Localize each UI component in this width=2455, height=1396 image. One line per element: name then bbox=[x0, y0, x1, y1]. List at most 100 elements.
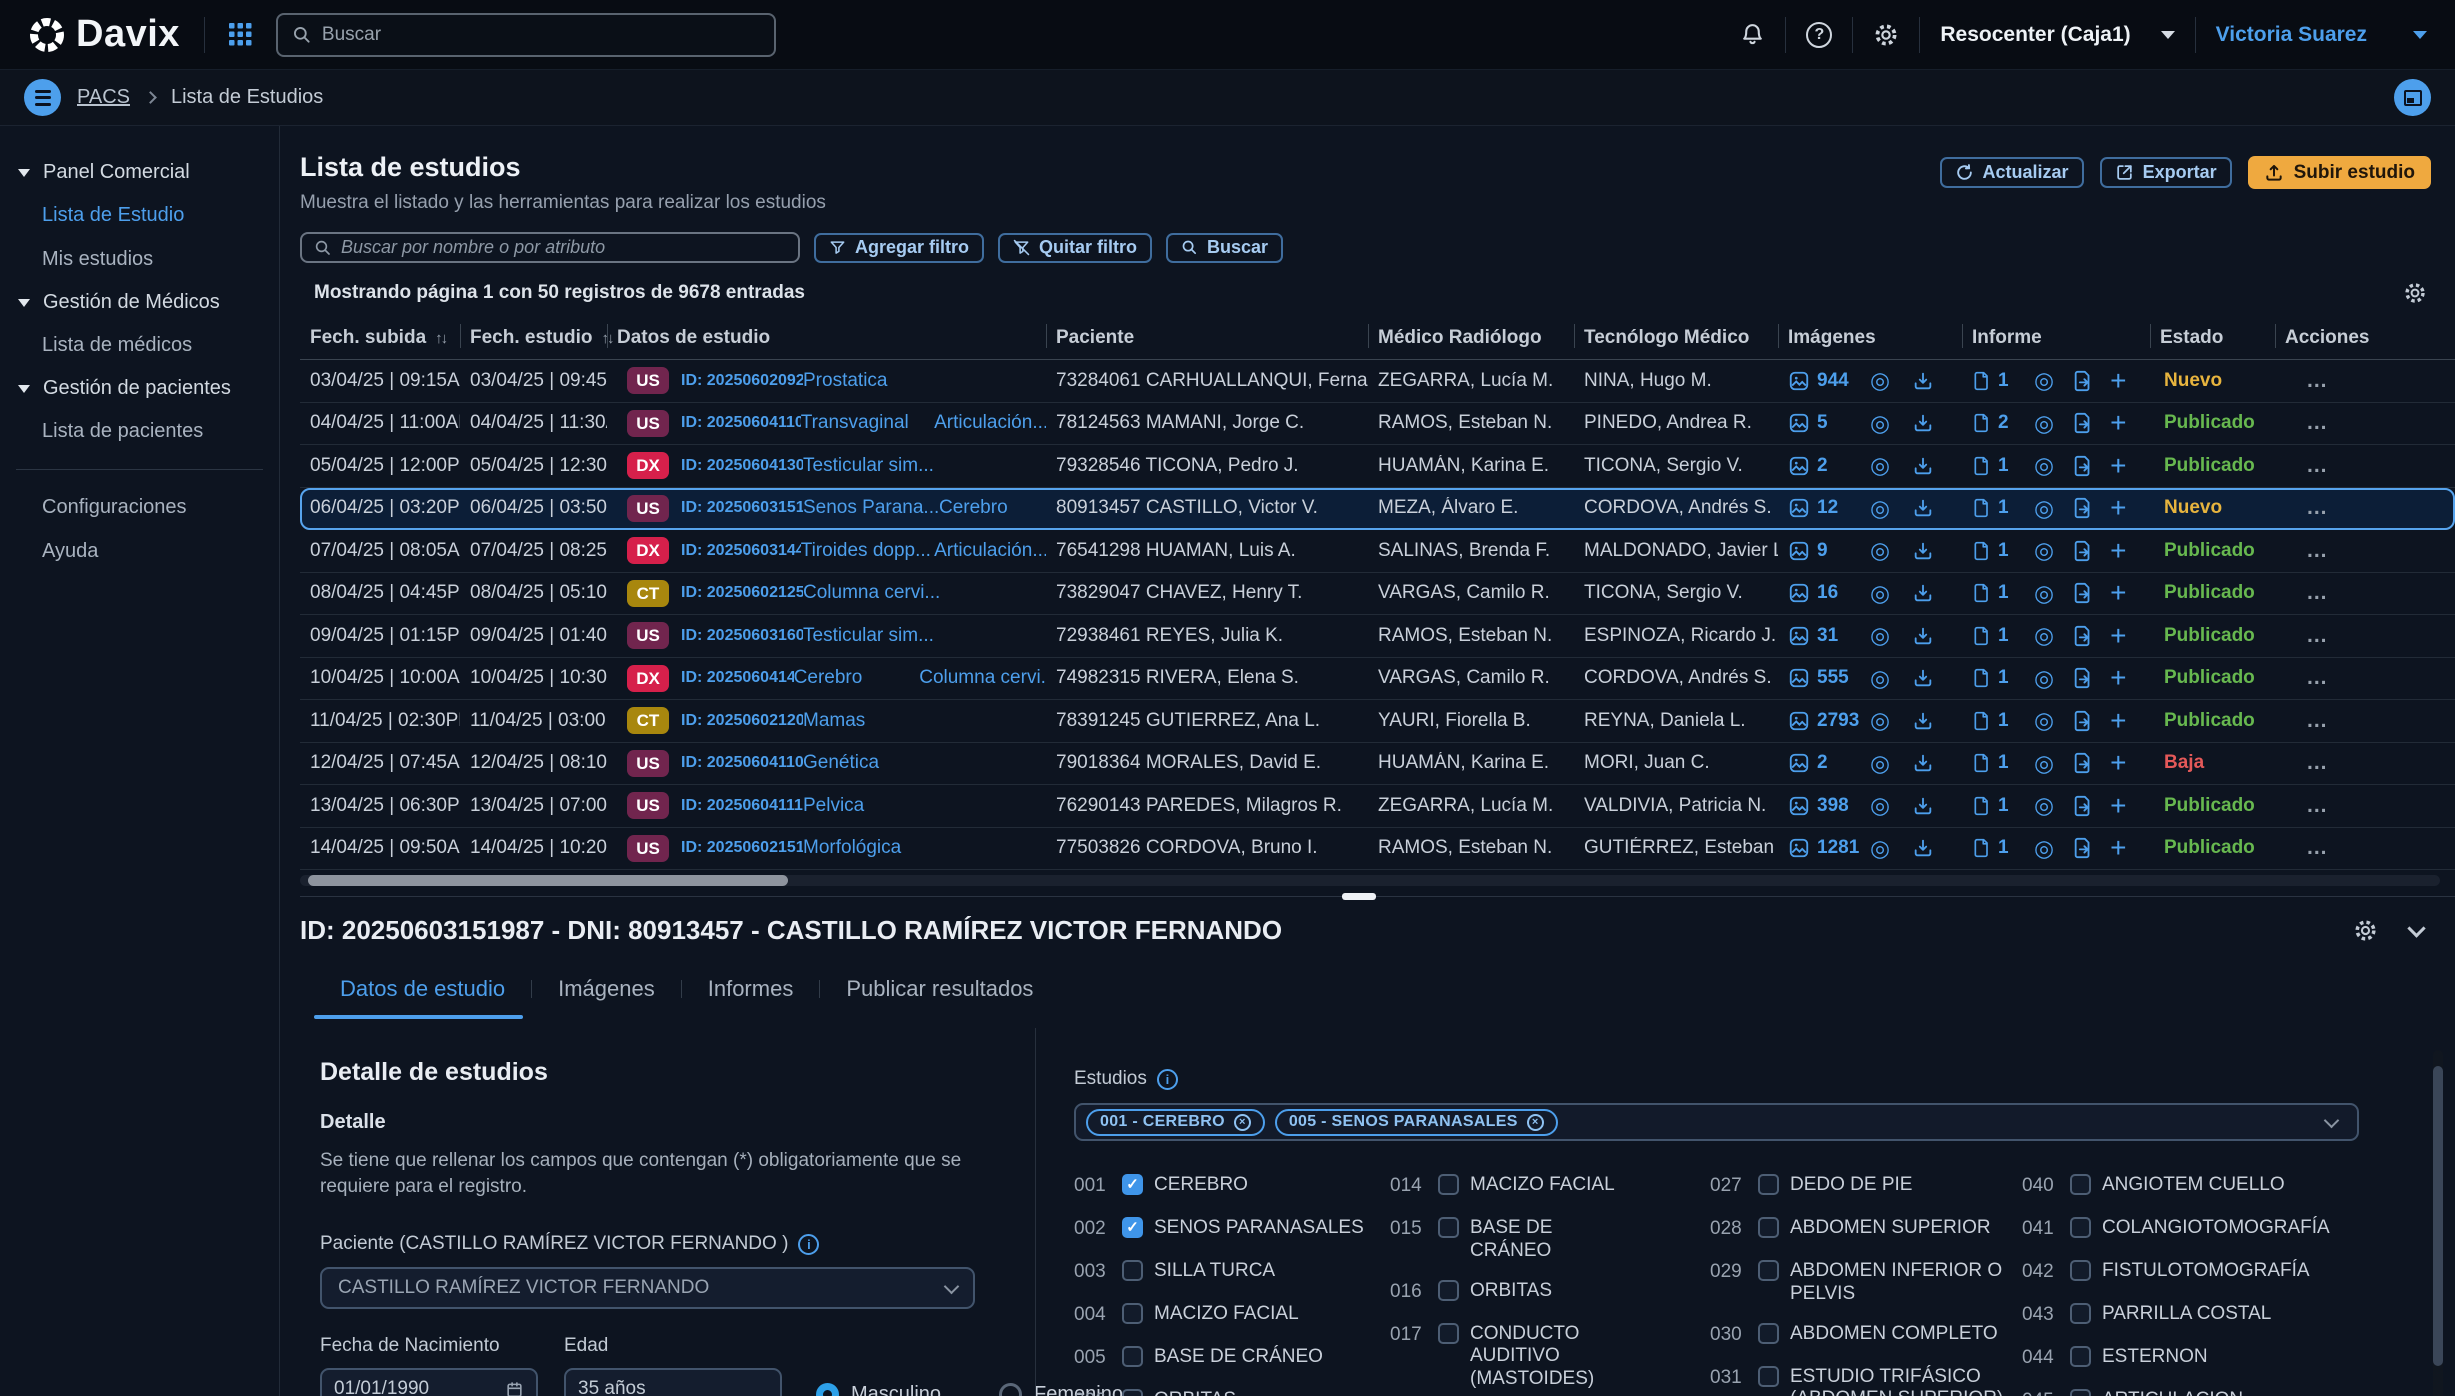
add-report-icon[interactable]: + bbox=[2110, 409, 2126, 437]
column-header[interactable]: Fech. subida ↑↓ bbox=[300, 319, 460, 359]
add-filter-button[interactable]: Agregar filtro bbox=[814, 232, 985, 263]
preview-report-icon[interactable]: ◎ bbox=[2034, 369, 2054, 392]
column-header[interactable]: Paciente bbox=[1046, 319, 1368, 359]
column-header[interactable]: Tecnólogo Médico bbox=[1574, 319, 1778, 359]
send-report-icon[interactable] bbox=[2072, 370, 2094, 392]
download-images-icon[interactable] bbox=[1912, 412, 1934, 434]
table-search[interactable] bbox=[300, 232, 800, 263]
fecha-nacimiento-field[interactable] bbox=[320, 1368, 538, 1396]
estudio-option[interactable]: 045 ARTICULACION TEMPOPOMANDIBULAR. bbox=[2022, 1388, 2402, 1396]
estudio-option[interactable]: 006 ORBITAS bbox=[1074, 1388, 1390, 1396]
table-row[interactable]: 04/04/25 | 11:00AM 04/04/25 | 11:30AM US ID… bbox=[300, 403, 2455, 445]
column-header[interactable]: Acciones bbox=[2275, 319, 2455, 359]
breadcrumb-root[interactable]: PACS bbox=[77, 86, 130, 109]
estudio-option[interactable]: 003 SILLA TURCA bbox=[1074, 1259, 1390, 1286]
add-report-icon[interactable]: + bbox=[2110, 494, 2126, 522]
org-selector[interactable]: Resocenter (Caja1) bbox=[1940, 23, 2175, 47]
detail-settings-gear-icon[interactable] bbox=[2353, 918, 2378, 943]
checkbox[interactable] bbox=[2070, 1303, 2091, 1324]
table-search-input[interactable] bbox=[341, 237, 786, 258]
download-images-icon[interactable] bbox=[1912, 540, 1934, 562]
checkbox[interactable] bbox=[1122, 1303, 1143, 1324]
estudio-option[interactable]: 016 ORBITAS bbox=[1390, 1279, 1710, 1306]
send-report-icon[interactable] bbox=[2072, 752, 2094, 774]
table-row[interactable]: 12/04/25 | 07:45AM 12/04/25 | 08:10AM US ID… bbox=[300, 743, 2455, 785]
checkbox[interactable] bbox=[1438, 1279, 1459, 1301]
send-report-icon[interactable] bbox=[2072, 795, 2094, 817]
add-report-icon[interactable]: + bbox=[2110, 664, 2126, 692]
table-row[interactable]: 10/04/25 | 10:00AM 10/04/25 | 10:30AM DX ID… bbox=[300, 658, 2455, 700]
column-header[interactable]: Estado bbox=[2150, 319, 2275, 359]
sidebar-item[interactable]: Ayuda bbox=[0, 530, 279, 573]
row-actions-button[interactable]: ... bbox=[2275, 624, 2455, 648]
column-header[interactable]: Fech. estudio ↑↓ bbox=[460, 319, 614, 359]
preview-report-icon[interactable]: ◎ bbox=[2034, 454, 2054, 477]
info-icon[interactable]: i bbox=[798, 1233, 820, 1255]
estudio-option[interactable]: 043 PARRILLA COSTAL bbox=[2022, 1302, 2402, 1329]
procedure-link[interactable]: Articulación... bbox=[934, 412, 1046, 434]
checkbox[interactable] bbox=[1122, 1389, 1143, 1396]
estudio-option[interactable]: 015 BASE DE CRÁNEO bbox=[1390, 1216, 1710, 1263]
vertical-scrollbar[interactable] bbox=[2433, 1050, 2443, 1396]
preview-report-icon[interactable]: ◎ bbox=[2034, 751, 2054, 775]
estudio-option[interactable]: 044 ESTERNON bbox=[2022, 1345, 2402, 1372]
preview-images-icon[interactable]: ◎ bbox=[1870, 454, 1890, 477]
collapse-panel-icon[interactable] bbox=[2407, 918, 2426, 938]
preview-report-icon[interactable]: ◎ bbox=[2034, 709, 2054, 732]
row-actions-button[interactable]: ... bbox=[2275, 836, 2455, 860]
row-actions-button[interactable]: ... bbox=[2275, 794, 2455, 818]
preview-images-icon[interactable]: ◎ bbox=[1870, 624, 1890, 647]
estudio-option[interactable]: 040 ANGIOTEM CUELLO bbox=[2022, 1173, 2402, 1200]
table-row[interactable]: 11/04/25 | 02:30PM 11/04/25 | 03:00PM CT ID… bbox=[300, 700, 2455, 743]
download-images-icon[interactable] bbox=[1912, 370, 1934, 392]
checkbox[interactable]: ✓ bbox=[1122, 1174, 1143, 1195]
checkbox[interactable] bbox=[1438, 1322, 1459, 1344]
procedure-link[interactable]: Testicular sim... bbox=[803, 455, 939, 477]
sidebar-group[interactable]: Gestión de pacientes bbox=[0, 368, 279, 409]
table-row[interactable]: 06/04/25 | 03:20PM 06/04/25 | 03:50PM US ID… bbox=[300, 487, 2455, 530]
add-report-icon[interactable]: + bbox=[2110, 621, 2126, 650]
send-report-icon[interactable] bbox=[2072, 540, 2094, 562]
preview-images-icon[interactable]: ◎ bbox=[1870, 836, 1890, 860]
row-actions-button[interactable]: ... bbox=[2275, 369, 2455, 393]
scrollbar-thumb[interactable] bbox=[308, 875, 788, 886]
download-images-icon[interactable] bbox=[1912, 837, 1934, 859]
estudio-chip[interactable]: 001 - CEREBRO × bbox=[1086, 1108, 1265, 1136]
procedure-link[interactable]: Pelvica bbox=[803, 795, 939, 817]
send-report-icon[interactable] bbox=[2072, 412, 2094, 434]
procedure-link[interactable]: Columna cervi... bbox=[919, 667, 1046, 689]
preview-images-icon[interactable]: ◎ bbox=[1870, 369, 1890, 392]
sidebar-item[interactable]: Configuraciones bbox=[0, 486, 279, 529]
add-report-icon[interactable]: + bbox=[2110, 791, 2126, 820]
row-actions-button[interactable]: ... bbox=[2275, 709, 2455, 733]
preview-images-icon[interactable]: ◎ bbox=[1870, 411, 1890, 435]
procedure-link[interactable]: Columna cervi... bbox=[803, 582, 939, 604]
row-actions-button[interactable]: ... bbox=[2275, 751, 2455, 775]
add-report-icon[interactable]: + bbox=[2110, 706, 2126, 735]
preview-images-icon[interactable]: ◎ bbox=[1870, 709, 1890, 732]
row-actions-button[interactable]: ... bbox=[2275, 454, 2455, 478]
download-images-icon[interactable] bbox=[1912, 625, 1934, 647]
sidebar-group[interactable]: Gestión de Médicos bbox=[0, 282, 279, 323]
checkbox[interactable] bbox=[2070, 1389, 2091, 1396]
preview-images-icon[interactable]: ◎ bbox=[1870, 751, 1890, 775]
sidebar-group[interactable]: Panel Comercial bbox=[0, 152, 279, 193]
search-button[interactable]: Buscar bbox=[1166, 232, 1284, 263]
tab-im-genes[interactable]: Imágenes bbox=[532, 970, 681, 1008]
preview-report-icon[interactable]: ◎ bbox=[2034, 539, 2054, 562]
apps-grid-icon[interactable] bbox=[228, 23, 252, 46]
table-row[interactable]: 05/04/25 | 12:00PM 05/04/25 | 12:30PM DX ID… bbox=[300, 445, 2455, 488]
estudio-option[interactable]: 014 MACIZO FACIAL bbox=[1390, 1173, 1710, 1200]
menu-hamburger-button[interactable] bbox=[24, 79, 61, 116]
download-images-icon[interactable] bbox=[1912, 455, 1934, 477]
edad-field[interactable] bbox=[564, 1368, 782, 1396]
remove-filter-button[interactable]: Quitar filtro bbox=[998, 232, 1153, 263]
send-report-icon[interactable] bbox=[2072, 625, 2094, 647]
procedure-link[interactable]: Articulación... bbox=[934, 540, 1046, 562]
sidebar-item[interactable]: Lista de pacientes bbox=[0, 410, 279, 453]
row-actions-button[interactable]: ... bbox=[2275, 496, 2455, 520]
checkbox[interactable]: ✓ bbox=[1122, 1217, 1143, 1238]
checkbox[interactable] bbox=[2070, 1217, 2091, 1238]
preview-report-icon[interactable]: ◎ bbox=[2034, 666, 2054, 690]
checkbox[interactable] bbox=[2070, 1346, 2091, 1367]
